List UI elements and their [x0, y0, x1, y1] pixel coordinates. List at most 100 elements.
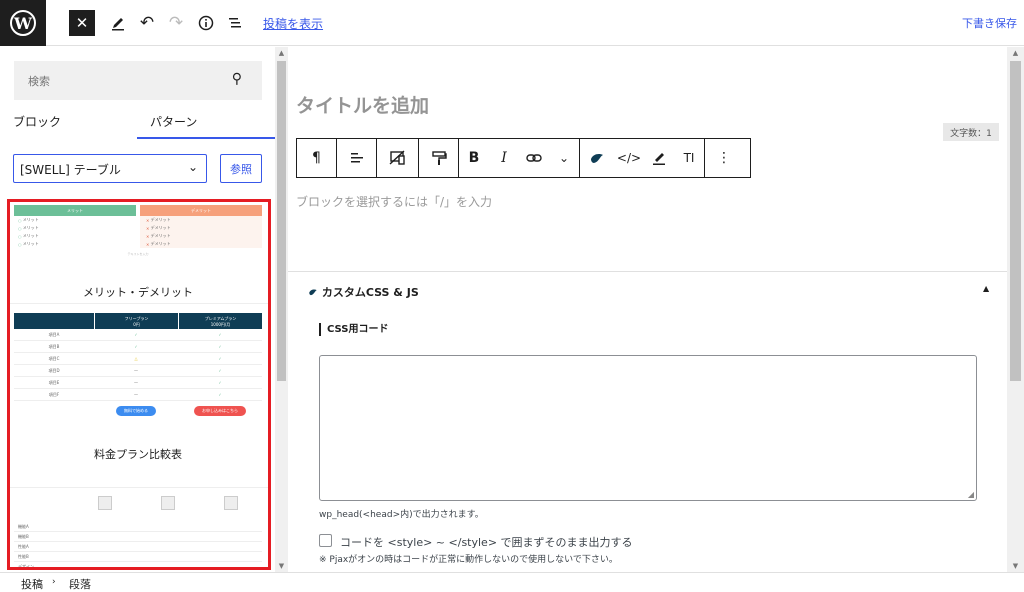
premium-plan-price: 1000円/月: [210, 322, 231, 327]
check-icon: ✓: [218, 332, 222, 337]
undo-button[interactable]: ↶: [134, 10, 160, 36]
search-icon: ⚲: [231, 71, 242, 87]
check-icon: ✓: [134, 344, 138, 349]
redo-button[interactable]: ↷: [163, 10, 189, 36]
sidebar-scrollbar[interactable]: ▲ ▼: [275, 47, 288, 572]
italic-button[interactable]: I: [489, 139, 519, 177]
redo-icon: ↷: [168, 13, 184, 33]
more-formats-button[interactable]: ⌄: [549, 139, 579, 177]
merit-item-label: メリット: [22, 217, 39, 222]
row-label: 項目F: [48, 391, 60, 397]
word-count-badge: 文字数：1: [943, 123, 999, 141]
demerit-item-label: デメリット: [150, 225, 171, 230]
merit-list: ○ メリット ○ メリット ○ メリット ○ メリット: [14, 216, 136, 248]
save-draft-button[interactable]: 下書き保存: [962, 15, 1017, 31]
browse-all-button[interactable]: 参照: [220, 154, 262, 183]
breadcrumb-post[interactable]: 投稿: [21, 576, 43, 592]
row-label: 項目D: [48, 367, 60, 373]
text-size-icon: TI: [683, 151, 695, 165]
editor-scrollbar[interactable]: ▲ ▼: [1007, 47, 1024, 572]
css-code-textarea[interactable]: ◢: [319, 355, 977, 501]
cross-icon: ✕: [146, 241, 150, 247]
align-left-icon: [350, 153, 363, 163]
bold-button[interactable]: B: [459, 139, 489, 177]
view-post-link[interactable]: 投稿を表示: [263, 15, 323, 32]
demerit-item-label: デメリット: [150, 241, 171, 246]
row-label: デザイン: [18, 563, 34, 569]
wordpress-icon: W: [10, 10, 36, 36]
block-toolbar: ¶ B I ⌄ </> TI ⋮: [296, 138, 751, 178]
tab-patterns[interactable]: パターン: [150, 113, 197, 130]
custom-css-js-panel-title[interactable]: カスタムCSS & JS: [308, 284, 419, 300]
plan-header: フリープラン 0円 プレミアムプラン 1000円/月: [14, 313, 262, 329]
close-inserter-button[interactable]: ✕: [69, 10, 95, 36]
dash-icon: —: [134, 368, 138, 373]
merit-item-label: メリット: [22, 233, 39, 238]
merit-item: ○ メリット: [18, 224, 136, 232]
list-view-icon: [229, 18, 241, 28]
demerit-item: ✕ デメリット: [146, 224, 262, 232]
link-icon: [526, 154, 542, 162]
wordpress-logo-button[interactable]: W: [0, 0, 46, 46]
paragraph-block-button[interactable]: ¶: [297, 139, 336, 177]
caret-up-icon: ▲: [983, 284, 990, 293]
panel-toggle-button[interactable]: ▲: [983, 284, 989, 293]
row-label: 性能A: [18, 543, 29, 549]
block-options-button[interactable]: ⋮: [705, 139, 743, 177]
warning-icon: △: [134, 356, 138, 361]
table-row: 項目C △ ✓: [14, 353, 262, 365]
feature-image-row: [14, 496, 262, 522]
pattern-preview-price-plan[interactable]: フリープラン 0円 プレミアムプラン 1000円/月 項目A ✓ ✓ 項目B ✓ ✓ 項…: [14, 313, 262, 425]
cross-icon: ✕: [146, 225, 150, 231]
font-size-button[interactable]: TI: [674, 139, 704, 177]
raw-output-checkbox[interactable]: [319, 534, 332, 547]
block-breadcrumb-bar: 投稿 › 段落: [0, 572, 1024, 592]
pencil-icon: [112, 18, 124, 31]
inline-code-button[interactable]: </>: [614, 139, 644, 177]
pattern-divider: [10, 303, 268, 304]
italic-icon: I: [501, 150, 507, 166]
text-style-button[interactable]: [419, 139, 458, 177]
code-icon: </>: [616, 151, 642, 165]
breadcrumb-paragraph[interactable]: 段落: [69, 576, 91, 592]
details-button[interactable]: [193, 10, 219, 36]
tab-blocks[interactable]: ブロック: [13, 113, 61, 130]
pattern-divider: [10, 487, 268, 488]
highlight-button[interactable]: [644, 139, 674, 177]
image-placeholder-icon: [223, 496, 238, 510]
pattern-preview-merit-demerit[interactable]: メリット デメリット ○ メリット ○ メリット ○ メリット ○ メリット ✕…: [14, 205, 262, 269]
table-row: 項目A ✓ ✓: [14, 329, 262, 341]
align-button[interactable]: [337, 139, 376, 177]
check-icon: ✓: [218, 344, 222, 349]
empty-block-placeholder[interactable]: ブロックを選択するには「/」を入力: [296, 193, 492, 210]
plan-cta-row: 無料で始める お申し込みはこちら: [14, 406, 262, 416]
premium-plan-header: プレミアムプラン 1000円/月: [178, 313, 262, 329]
swell-marker-button[interactable]: [580, 139, 614, 177]
scroll-down-icon[interactable]: ▼: [275, 562, 288, 570]
merit-header: メリット: [14, 205, 136, 216]
post-title-input[interactable]: タイトルを追加: [296, 91, 429, 118]
scroll-down-icon[interactable]: ▼: [1007, 562, 1024, 570]
link-button[interactable]: [519, 139, 549, 177]
scroll-up-icon[interactable]: ▲: [275, 49, 288, 57]
list-view-button[interactable]: [222, 10, 248, 36]
pattern-category-select[interactable]: [SWELL] テーブル ⌄: [13, 154, 207, 183]
search-input[interactable]: 検索 ⚲: [14, 61, 262, 100]
pattern-preview-feature-compare[interactable]: 機能A 機能B 性能A 性能B デザイン: [14, 496, 262, 569]
panel-title-label: カスタムCSS & JS: [321, 286, 419, 299]
merit-item-label: メリット: [22, 241, 39, 246]
dash-icon: —: [134, 380, 138, 385]
device-control-button[interactable]: [377, 139, 418, 177]
plan-rows: 項目A ✓ ✓ 項目B ✓ ✓ 項目C △ ✓ 項目D — ✓ 項目E — ✓ 項目F — ✓: [14, 329, 262, 401]
scroll-up-icon[interactable]: ▲: [1007, 49, 1024, 57]
circle-icon: ○: [18, 233, 22, 239]
resize-handle-icon[interactable]: ◢: [968, 490, 974, 499]
demerit-header: デメリット: [140, 205, 262, 216]
check-icon: ✓: [218, 380, 222, 385]
editor-scroll-thumb[interactable]: [1010, 61, 1021, 381]
tools-button[interactable]: [105, 10, 131, 36]
inserter-tabs: ブロック パターン: [0, 107, 275, 140]
sidebar-scroll-thumb[interactable]: [277, 61, 286, 381]
raw-output-checkbox-label[interactable]: コードを <style> ~ </style> で囲まずそのまま出力する: [340, 534, 633, 550]
cross-icon: ✕: [146, 233, 150, 239]
